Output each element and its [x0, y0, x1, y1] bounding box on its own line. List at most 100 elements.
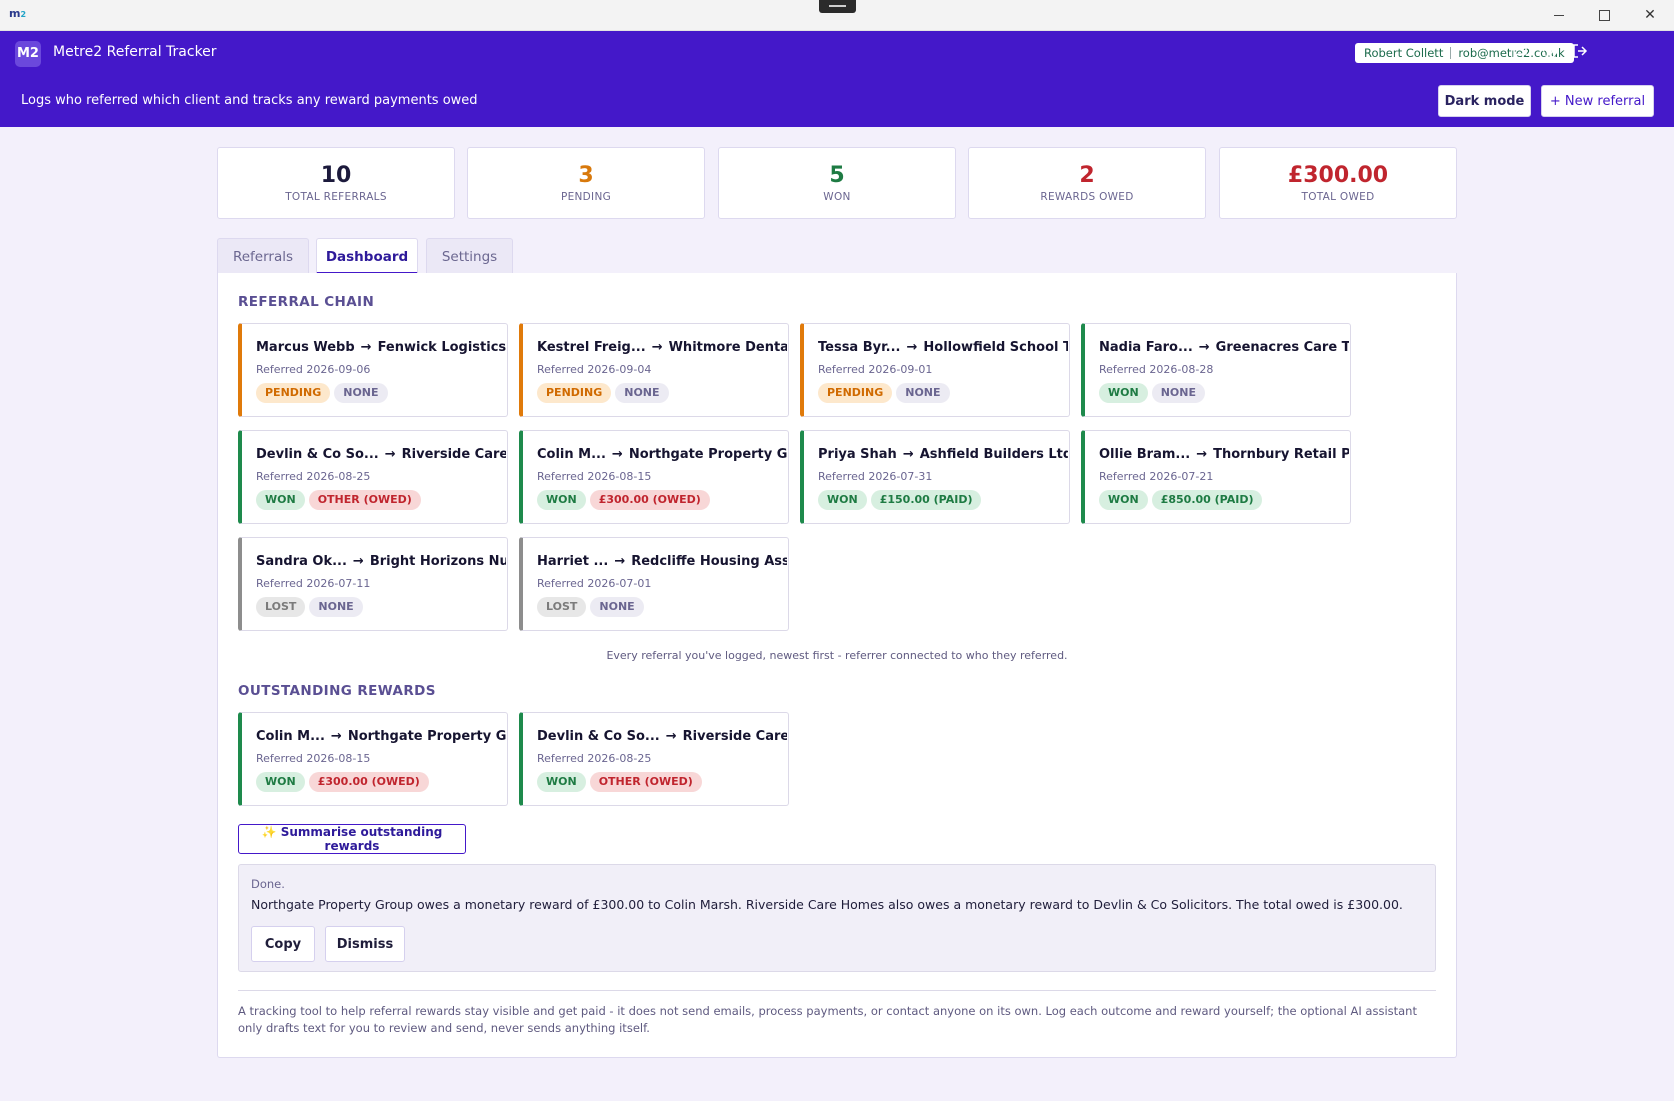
- user-name: Robert Collett: [1364, 46, 1444, 60]
- reward-badge: NONE: [590, 597, 644, 617]
- stat-label: PENDING: [560, 191, 612, 203]
- stat-pending: 3 PENDING: [467, 147, 705, 219]
- referral-names: Marcus Webb → Fenwick Logistics: [256, 340, 506, 355]
- status-badge: PENDING: [818, 383, 893, 403]
- referral-card[interactable]: Tessa Byr... → Hollowfield School Tr... Ref…: [800, 323, 1070, 417]
- referral-date: Referred 2026-09-06: [256, 363, 371, 376]
- referral-card[interactable]: Sandra Ok... → Bright Horizons Nu... Referr…: [238, 537, 508, 631]
- reward-badge: OTHER (OWED): [589, 772, 702, 792]
- referral-pills: WON NONE: [1099, 383, 1209, 403]
- status-badge: WON: [1099, 490, 1148, 510]
- window-drag-handle[interactable]: [819, 0, 856, 13]
- referral-pills: WON £300.00 (OWED): [537, 490, 714, 510]
- referral-names: Sandra Ok... → Bright Horizons Nu...: [256, 554, 506, 569]
- minimize-button[interactable]: [1536, 0, 1582, 31]
- referral-date: Referred 2026-08-15: [537, 470, 652, 483]
- referral-card[interactable]: Kestrel Freig... → Whitmore Dental ... Refe…: [519, 323, 789, 417]
- referral-names: Harriet ... → Redcliffe Housing Ass...: [537, 554, 787, 569]
- referral-card[interactable]: Devlin & Co So... → Riverside Care ... Refe…: [238, 430, 508, 524]
- referral-card[interactable]: Colin M... → Northgate Property G... Referr…: [238, 712, 508, 806]
- referral-card[interactable]: Nadia Faro... → Greenacres Care Tr...Refer…: [1081, 323, 1351, 417]
- referrer-name: Nadia Faro...: [1099, 340, 1193, 355]
- stat-total-owed: £300.00 TOTAL OWED: [1219, 147, 1457, 219]
- dark-mode-button[interactable]: Dark mode: [1438, 85, 1531, 117]
- referral-pills: PENDING NONE: [818, 383, 954, 403]
- referral-names: Devlin & Co So... → Riverside Care ...: [537, 729, 787, 744]
- arrow-right-icon: →: [614, 554, 626, 569]
- footer-divider: [238, 990, 1436, 991]
- client-name: Riverside Care ...: [401, 447, 506, 462]
- referral-names: Tessa Byr... → Hollowfield School Tr...: [818, 340, 1068, 355]
- copy-button[interactable]: Copy: [251, 926, 315, 962]
- client-name: Redcliffe Housing Ass...: [631, 554, 787, 569]
- referral-pills: PENDING NONE: [537, 383, 673, 403]
- client-name: Northgate Property G...: [347, 729, 506, 744]
- client-name: Ashfield Builders Ltd: [919, 447, 1068, 462]
- referral-chain-title: REFERRAL CHAIN: [238, 294, 375, 310]
- stat-value: 2: [1079, 163, 1095, 188]
- reward-badge: £150.00 (PAID): [870, 490, 982, 510]
- summary-status: Done.: [251, 877, 285, 891]
- status-badge: PENDING: [537, 383, 612, 403]
- referral-date: Referred 2026-08-25: [537, 752, 652, 765]
- referral-names: Priya Shah → Ashfield Builders Ltd: [818, 447, 1068, 462]
- status-badge: WON: [818, 490, 867, 510]
- stat-total-referrals: 10 TOTAL REFERRALS: [217, 147, 455, 219]
- tab-referrals[interactable]: Referrals: [217, 238, 309, 275]
- outstanding-rewards-title: OUTSTANDING REWARDS: [238, 683, 436, 699]
- referrer-name: Kestrel Freig...: [537, 340, 646, 355]
- referrer-name: Devlin & Co So...: [537, 729, 660, 744]
- close-window-button[interactable]: ✕: [1627, 0, 1673, 31]
- stat-value: £300.00: [1287, 163, 1389, 188]
- dismiss-button[interactable]: Dismiss: [325, 926, 405, 962]
- arrow-right-icon: →: [902, 447, 914, 462]
- referrer-name: Ollie Bram...: [1099, 447, 1191, 462]
- status-badge: WON: [1099, 383, 1148, 403]
- app-title: Metre2 Referral Tracker: [53, 44, 217, 60]
- referrer-name: Devlin & Co So...: [256, 447, 379, 462]
- stat-value: 3: [578, 163, 594, 188]
- stat-value: 5: [829, 163, 845, 188]
- reward-badge: NONE: [1151, 383, 1205, 403]
- tab-settings[interactable]: Settings: [426, 238, 513, 275]
- reward-badge: NONE: [615, 383, 669, 403]
- logout-icon[interactable]: [1571, 42, 1591, 62]
- reward-badge: NONE: [309, 597, 363, 617]
- reward-badge: £850.00 (PAID): [1151, 490, 1263, 510]
- referral-date: Referred 2026-08-15: [256, 752, 371, 765]
- referral-names: Colin M... → Northgate Property G...: [256, 729, 506, 744]
- referral-card[interactable]: Devlin & Co So... → Riverside Care ... Refe…: [519, 712, 789, 806]
- app-tagline: Logs who referred which client and track…: [21, 93, 478, 108]
- referral-pills: PENDING NONE: [256, 383, 392, 403]
- arrow-right-icon: →: [384, 447, 396, 462]
- gear-icon[interactable]: [1541, 42, 1561, 62]
- summarise-outstanding-button[interactable]: ✨ Summarise outstanding rewards: [238, 824, 466, 854]
- stat-label: WON: [823, 191, 851, 203]
- referral-card[interactable]: Marcus Webb → Fenwick Logistics Referred 20…: [238, 323, 508, 417]
- referral-pills: WON £850.00 (PAID): [1099, 490, 1266, 510]
- referral-card[interactable]: Ollie Bram... → Thornbury Retail P... Refer…: [1081, 430, 1351, 524]
- new-referral-button[interactable]: + New referral: [1541, 85, 1654, 117]
- status-badge: WON: [537, 490, 586, 510]
- referral-date: Referred 2026-07-21: [1099, 470, 1214, 483]
- referral-pills: LOST NONE: [537, 597, 648, 617]
- client-name: Riverside Care ...: [682, 729, 787, 744]
- referral-date: Referred 2026-08-28: [1099, 363, 1214, 376]
- brand-badge: M2: [15, 41, 41, 67]
- reward-badge: NONE: [896, 383, 950, 403]
- arrow-right-icon: →: [665, 729, 677, 744]
- arrow-right-icon: →: [1198, 340, 1210, 355]
- referral-card[interactable]: Colin M... → Northgate Property G... Referr…: [519, 430, 789, 524]
- window-logo: m2: [9, 7, 27, 20]
- maximize-button[interactable]: [1581, 0, 1627, 31]
- chat-icon[interactable]: [1511, 42, 1531, 62]
- stat-label: TOTAL REFERRALS: [285, 191, 387, 203]
- referral-date: Referred 2026-08-25: [256, 470, 371, 483]
- referral-pills: WON £150.00 (PAID): [818, 490, 985, 510]
- referral-card[interactable]: Harriet ... → Redcliffe Housing Ass... Refe…: [519, 537, 789, 631]
- referral-card[interactable]: Priya Shah → Ashfield Builders Ltd Referred…: [800, 430, 1070, 524]
- referrer-name: Priya Shah: [818, 447, 897, 462]
- referral-date: Referred 2026-09-01: [818, 363, 933, 376]
- referral-pills: LOST NONE: [256, 597, 367, 617]
- tab-dashboard[interactable]: Dashboard: [316, 238, 418, 275]
